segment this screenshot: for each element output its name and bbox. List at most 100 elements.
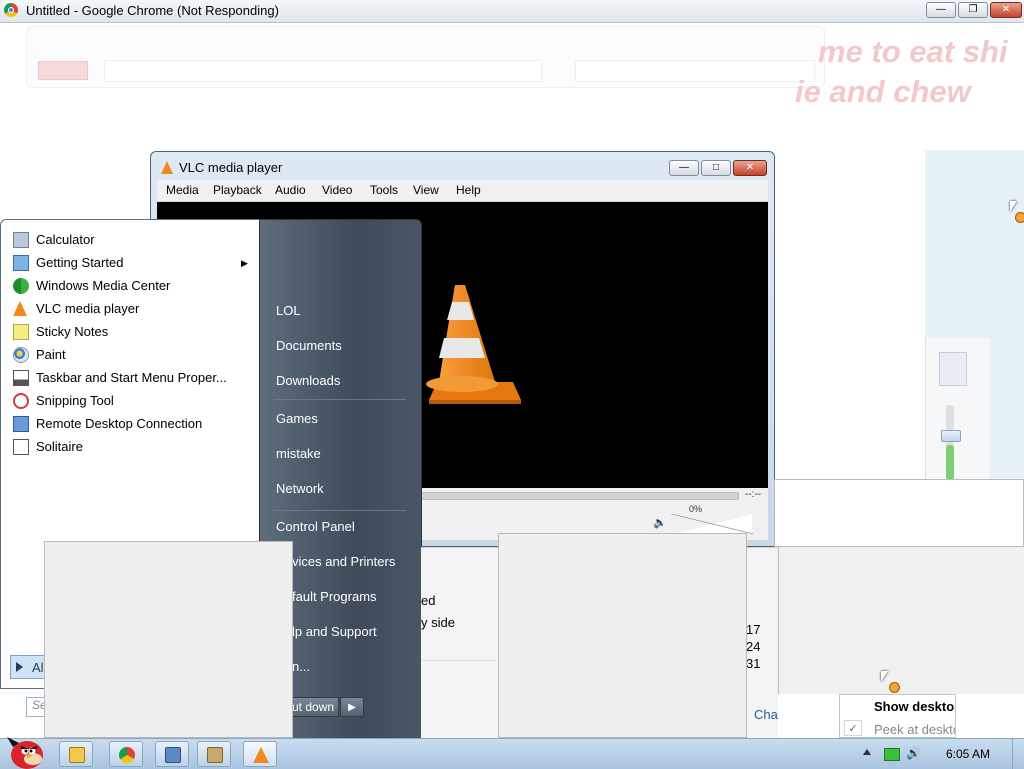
windows-media-center-icon [13,278,29,294]
shutdown-options-arrow-icon[interactable]: ▶ [340,697,364,717]
maximize-button[interactable]: ❐ [958,2,988,18]
show-hidden-icons-icon[interactable] [863,749,871,755]
start-item-getting-started[interactable]: Getting Started [11,252,259,274]
sticky-notes-icon [13,324,29,340]
vlc-cone-icon [161,161,173,174]
start-link-lol[interactable]: LOL [276,303,301,318]
seek-bar[interactable] [421,492,739,500]
taskbar-chrome-button[interactable] [109,741,143,767]
underlying-text-b: y side [421,615,455,630]
start-orb-angry-bird-icon[interactable] [3,733,47,769]
separator [274,510,406,511]
time-display: --:-- [745,489,762,500]
solitaire-icon [13,439,29,455]
vlc-close-button[interactable]: ✕ [733,160,767,176]
start-item-solitaire[interactable]: Solitaire [11,436,259,458]
start-link-help-support[interactable]: lp and Support [292,624,377,639]
menu-view[interactable]: View [413,183,439,197]
volume-slider-thumb[interactable] [941,430,961,442]
window-switcher-icon [165,747,181,763]
start-link-games[interactable]: Games [276,411,318,426]
start-item-paint[interactable]: Paint [11,344,259,366]
close-button[interactable]: ✕ [990,2,1022,18]
speaker-icon[interactable]: 🔈 [653,516,667,529]
minimize-button[interactable]: — [926,2,956,18]
start-item-snipping-tool[interactable]: Snipping Tool [11,390,259,412]
blank-window-right [774,479,1024,547]
background-text-line2: ie and chew [795,74,971,109]
menu-audio[interactable]: Audio [275,183,306,197]
start-item-windows-media-center[interactable]: Windows Media Center [11,275,259,297]
busy-indicator-icon [1015,212,1024,223]
start-item-sticky-notes[interactable]: Sticky Notes [11,321,259,343]
underlying-number: 24 [746,639,761,654]
network-icon[interactable] [884,748,900,761]
snipping-tool-icon [13,393,29,409]
ghost-tab [38,61,88,80]
underlying-number: 31 [746,656,761,671]
start-link-run[interactable]: n... [292,659,310,674]
show-desktop-label: Show desktop [874,699,956,714]
getting-started-icon [13,255,29,271]
taskbar-properties-icon [13,370,29,386]
start-link-downloads[interactable]: Downloads [276,373,340,388]
show-desktop-popup[interactable]: Show desktop ✓ Peek at desktop [839,694,956,738]
all-programs-button[interactable]: Al [10,655,46,679]
calculator-icon [13,232,29,248]
vlc-menu-bar: Media Playback Audio Video Tools View He… [157,180,768,202]
vlc-cone-icon [13,301,27,316]
start-link-mistake[interactable]: mistake [276,446,321,461]
menu-media[interactable]: Media [166,183,199,197]
taskbar-explorer-button[interactable] [59,741,93,767]
menu-tools[interactable]: Tools [370,183,398,197]
taskbar-calculator-button[interactable] [197,741,231,767]
menu-playback[interactable]: Playback [213,183,262,197]
busy-indicator-icon [889,682,900,693]
peek-at-desktop-label[interactable]: Peek at desktop [874,722,955,737]
shutdown-button[interactable]: ut down [289,697,339,717]
ghost-search-box [575,60,815,82]
background-text-line1: me to eat shi [818,34,1008,69]
calculator-icon [207,747,223,763]
start-search-input[interactable]: Se [26,697,47,717]
vlc-big-cone-icon [426,285,521,404]
start-item-taskbar-properties[interactable]: Taskbar and Start Menu Proper... [11,367,259,389]
blank-window-right-lower [778,547,1024,694]
menu-help[interactable]: Help [456,183,481,197]
arrow-right-icon [16,662,23,672]
taskbar: 🔊 6:05 AM [0,737,1024,769]
vlc-maximize-button[interactable]: □ [701,160,731,176]
mouse-cursor-icon [1010,201,1017,212]
chrome-logo-icon [4,3,18,17]
check-icon[interactable]: ✓ [844,720,862,736]
mouse-cursor-icon [881,671,888,682]
volume-slider-fill [946,445,954,480]
chrome-title-bar[interactable]: Untitled - Google Chrome (Not Responding… [0,0,1024,23]
clock[interactable]: 6:05 AM [946,747,990,761]
start-item-remote-desktop[interactable]: Remote Desktop Connection [11,413,259,435]
vlc-title: VLC media player [179,160,283,175]
volume-icon[interactable]: 🔊 [906,746,921,760]
separator [274,399,406,400]
show-desktop-button[interactable] [1012,739,1024,769]
underlying-link[interactable]: Cha [754,707,778,722]
start-item-calculator[interactable]: Calculator [11,229,259,251]
start-link-documents[interactable]: Documents [276,338,342,353]
underlying-text-a: ed [421,593,436,608]
start-item-vlc[interactable]: VLC media player [11,298,259,320]
blank-window-left [44,541,293,738]
separator [421,660,496,661]
window-title: Untitled - Google Chrome (Not Responding… [26,3,279,18]
blank-window-middle [498,533,747,738]
menu-video[interactable]: Video [322,183,352,197]
start-link-devices-printers[interactable]: vices and Printers [292,554,395,569]
ghost-address-bar [104,60,542,82]
folder-icon [69,747,85,763]
start-link-default-programs[interactable]: fault Programs [292,589,377,604]
taskbar-app-button[interactable] [155,741,189,767]
taskbar-vlc-button[interactable] [243,741,277,767]
vlc-minimize-button[interactable]: — [669,160,699,176]
start-link-network[interactable]: Network [276,481,324,496]
vlc-cone-icon [253,747,269,763]
start-link-control-panel[interactable]: Control Panel [276,519,355,534]
